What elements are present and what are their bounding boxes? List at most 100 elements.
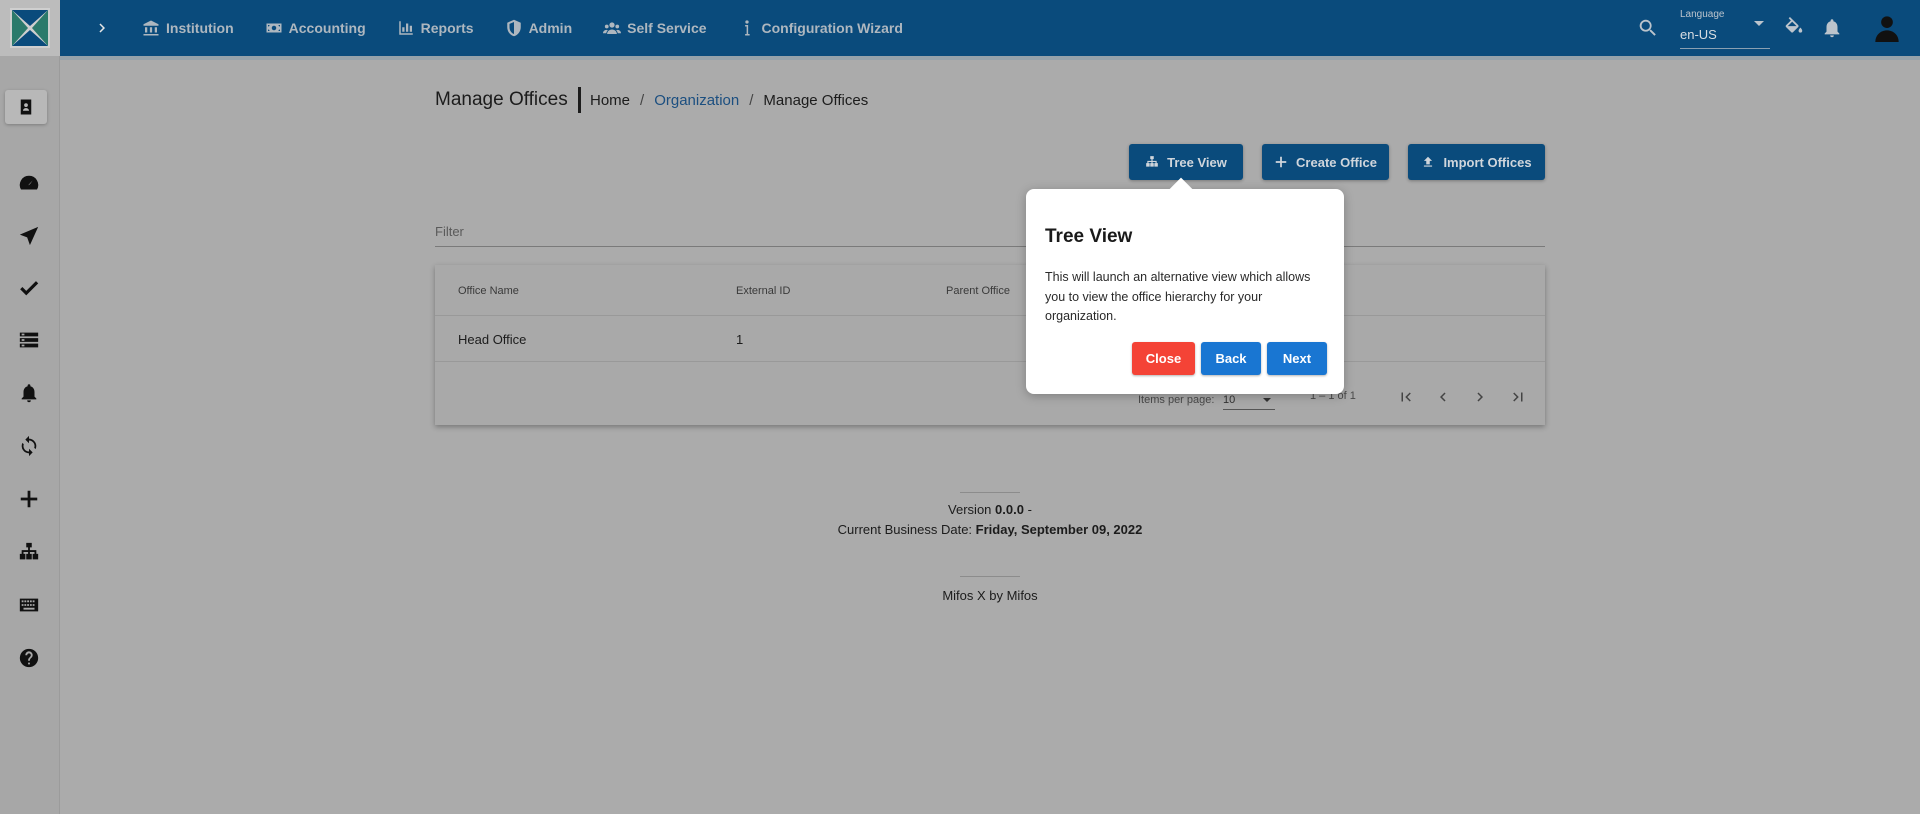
popover-close-button[interactable]: Close — [1132, 342, 1195, 375]
sidebar-dashboard[interactable] — [14, 169, 44, 199]
toolbar-actions: Language en-US — [1636, 0, 1920, 56]
user-menu-button[interactable] — [1872, 13, 1902, 43]
toolbar-underline — [60, 56, 1920, 60]
last-page-icon — [1513, 392, 1523, 402]
first-page-button[interactable] — [1395, 386, 1417, 408]
paint-bucket-icon — [1785, 17, 1803, 33]
expand-sidebar-button[interactable] — [84, 19, 120, 37]
breadcrumb: Home / Organization / Manage Offices — [590, 92, 868, 109]
sitemap-icon — [19, 542, 39, 560]
info-icon — [744, 20, 750, 36]
last-page-button[interactable] — [1507, 386, 1529, 408]
create-office-button[interactable]: Create Office — [1262, 144, 1389, 180]
popover-back-button[interactable]: Back — [1201, 342, 1261, 375]
footer-credit: Mifos X by Mifos — [942, 588, 1038, 603]
sidebar-navigation[interactable] — [14, 221, 44, 251]
tree-view-button[interactable]: Tree View — [1129, 144, 1243, 180]
chevron-left-icon — [1440, 392, 1446, 402]
language-select[interactable]: Language en-US — [1680, 7, 1770, 49]
plus-icon — [1275, 156, 1287, 168]
nav-reports-label: Reports — [420, 20, 474, 36]
nav-accounting[interactable]: Accounting — [265, 19, 366, 37]
breadcrumb-separator: / — [749, 92, 754, 109]
popover-body: This will launch an alternative view whi… — [1045, 270, 1311, 323]
mifos-logo-icon — [10, 8, 50, 48]
popover-title: Tree View — [1045, 226, 1133, 247]
create-office-label: Create Office — [1296, 154, 1377, 170]
items-per-page-value: 10 — [1223, 394, 1236, 406]
sidebar-notifications[interactable] — [14, 378, 44, 408]
contact-book-icon — [20, 99, 32, 115]
sidebar-contacts-button[interactable] — [5, 90, 47, 124]
offices-table: Office Name External ID Parent Office He… — [435, 265, 1545, 425]
business-date-label: Current Business Date: — [837, 522, 973, 537]
sidebar-tasks[interactable] — [14, 325, 44, 355]
help-icon — [19, 648, 39, 668]
cell-office-name: Head Office — [458, 332, 527, 347]
next-page-button[interactable] — [1469, 386, 1491, 408]
speedometer-icon — [19, 175, 39, 190]
chart-icon — [398, 21, 413, 35]
filter-input[interactable]: Filter — [435, 223, 1545, 247]
notifications-button[interactable] — [1820, 16, 1844, 40]
chevron-right-icon — [1477, 392, 1483, 402]
search-button[interactable] — [1636, 16, 1660, 40]
sidebar — [0, 56, 60, 814]
breadcrumb-current: Manage Offices — [763, 92, 869, 109]
column-header-office-name[interactable]: Office Name — [458, 285, 519, 297]
paginator: Items per page: 10 1 – 1 of 1 — [435, 362, 1545, 425]
footer-divider — [960, 576, 1020, 577]
theme-button[interactable] — [1782, 16, 1806, 40]
table-row[interactable]: Head Office 1 — [435, 316, 1545, 362]
upload-icon — [1424, 156, 1433, 167]
nav-admin-label: Admin — [528, 20, 573, 36]
import-offices-label: Import Offices — [1443, 154, 1532, 170]
main-nav: Institution Accounting Reports Admin Sel… — [142, 19, 934, 37]
popover-arrow — [1169, 177, 1193, 201]
filter-placeholder: Filter — [435, 224, 464, 239]
popover-next-button[interactable]: Next — [1267, 342, 1327, 375]
nav-institution[interactable]: Institution — [142, 19, 234, 37]
institution-icon — [143, 20, 159, 36]
nav-reports[interactable]: Reports — [397, 19, 474, 37]
money-icon — [266, 23, 282, 33]
title-divider — [578, 87, 581, 113]
first-page-icon — [1401, 392, 1411, 402]
page-title: Manage Offices — [435, 89, 568, 110]
previous-page-button[interactable] — [1432, 386, 1454, 408]
column-header-external-id[interactable]: External ID — [736, 285, 790, 297]
footer-business-date: Current Business Date: Friday, September… — [0, 522, 1920, 537]
breadcrumb-organization-link[interactable]: Organization — [654, 92, 739, 109]
language-underline — [1680, 48, 1770, 49]
checkmark-icon — [20, 281, 39, 296]
column-header-parent-office[interactable]: Parent Office — [946, 285, 1010, 297]
import-offices-button[interactable]: Import Offices — [1408, 144, 1545, 180]
language-value: en-US — [1680, 27, 1717, 42]
chevron-down-icon — [1263, 398, 1271, 402]
refresh-icon — [21, 435, 37, 457]
footer-divider — [960, 492, 1020, 493]
tree-view-label: Tree View — [1167, 154, 1227, 170]
sidebar-checker[interactable] — [14, 273, 44, 303]
nav-self-service-label: Self Service — [627, 20, 707, 36]
footer-version: Version 0.0.0 - — [0, 502, 1920, 517]
nav-self-service[interactable]: Self Service — [603, 19, 707, 37]
sidebar-sync[interactable] — [14, 431, 44, 461]
business-date-value: Friday, September 09, 2022 — [975, 522, 1143, 537]
version-label: Version — [948, 502, 992, 517]
version-suffix: - — [1027, 502, 1032, 517]
sidebar-hierarchy[interactable] — [14, 537, 44, 567]
search-icon — [1639, 19, 1656, 36]
tour-popover: Tree View This will launch an alternativ… — [1026, 177, 1344, 394]
avatar-icon — [1875, 16, 1899, 42]
app-logo[interactable] — [0, 0, 60, 56]
shield-icon — [506, 19, 521, 37]
nav-admin[interactable]: Admin — [505, 19, 573, 37]
nav-configuration-wizard[interactable]: Configuration Wizard — [738, 19, 903, 37]
cell-external-id: 1 — [736, 332, 744, 347]
sidebar-help[interactable] — [14, 643, 44, 673]
bell-icon — [21, 384, 37, 403]
chevron-right-icon — [99, 23, 105, 33]
list-bars-icon — [19, 332, 39, 348]
top-toolbar: Institution Accounting Reports Admin Sel… — [0, 0, 1920, 60]
